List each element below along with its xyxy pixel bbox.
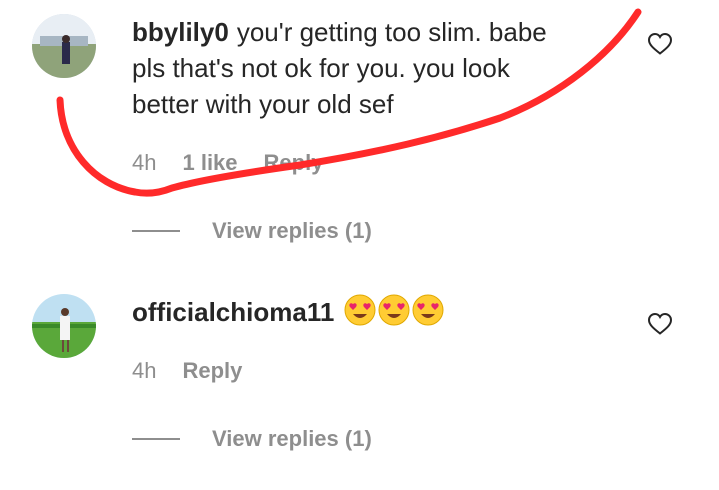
comment-meta: 4h Reply [132,358,242,384]
comment-text: officialchioma11 [132,294,612,335]
avatar[interactable] [32,294,96,358]
comment-text: bbylily0 you'r getting too slim. babe pls… [132,14,612,122]
comment-time: 4h [132,150,157,175]
view-replies-label: View replies (1) [212,218,372,243]
like-heart-icon[interactable] [647,312,673,336]
comment-body-line: you'r getting too slim. babe [236,17,547,47]
view-replies-button[interactable]: View replies (1) [132,426,372,452]
heart-eyes-emoji [412,294,444,335]
comment-body-line: better with your old sef [132,89,394,119]
reply-button[interactable]: Reply [264,150,324,176]
comment-username[interactable]: officialchioma11 [132,297,334,327]
comment-body-line: pls that's not ok for you. you look [132,53,510,83]
comment-username[interactable]: bbylily0 [132,17,229,47]
comment-time: 4h [132,358,157,383]
likes-count[interactable]: 1 like [182,150,237,176]
reply-button[interactable]: Reply [182,358,242,384]
avatar[interactable] [32,14,96,78]
heart-eyes-emoji [378,294,410,335]
view-replies-button[interactable]: View replies (1) [132,218,372,244]
like-heart-icon[interactable] [647,32,673,56]
replies-divider-line [132,438,180,440]
replies-divider-line [132,230,180,232]
view-replies-label: View replies (1) [212,426,372,451]
heart-eyes-emoji [344,294,376,335]
comment-meta: 4h 1 like Reply [132,150,323,176]
